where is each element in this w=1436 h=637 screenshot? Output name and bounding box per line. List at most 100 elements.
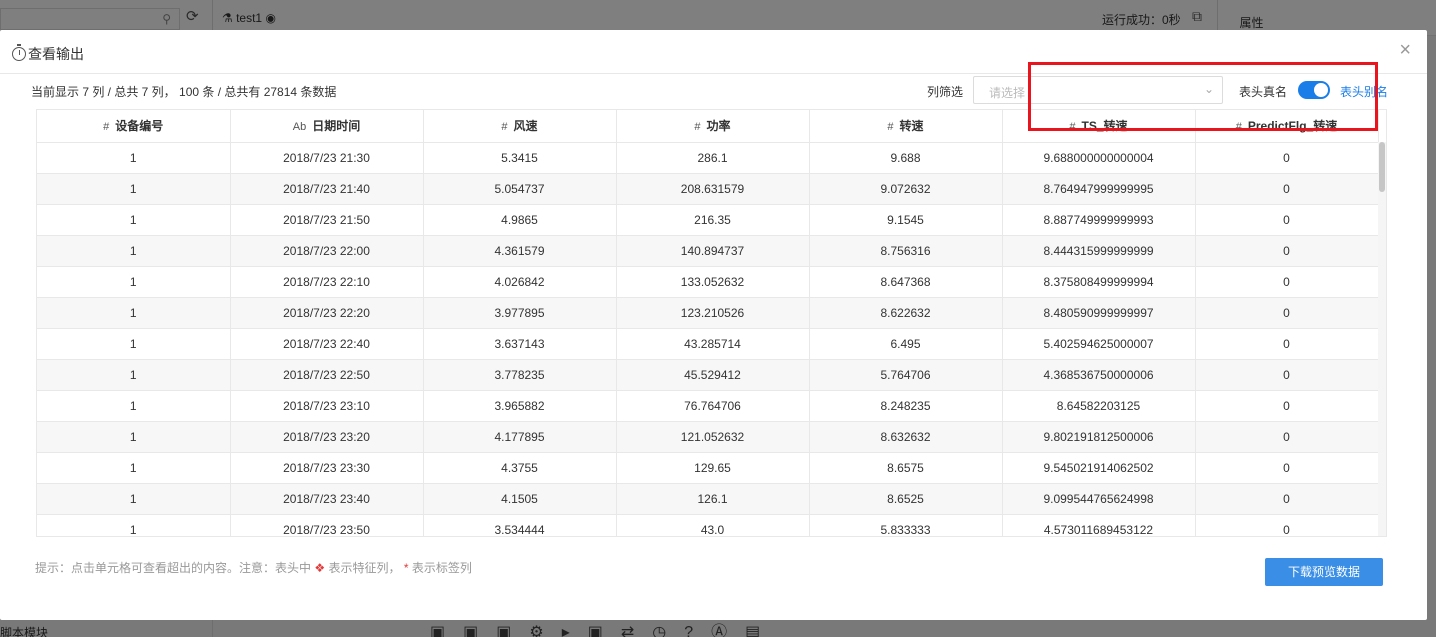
table-cell[interactable]: 1 xyxy=(37,483,231,515)
column-header[interactable]: Ab 日期时间 xyxy=(230,110,424,143)
table-cell[interactable]: 76.764706 xyxy=(616,390,810,422)
table-cell[interactable]: 3.637143 xyxy=(423,328,617,360)
table-cell[interactable]: 0 xyxy=(1195,328,1379,360)
table-cell[interactable]: 0 xyxy=(1195,173,1379,205)
column-header[interactable]: # 风速 xyxy=(423,110,617,143)
table-cell[interactable]: 208.631579 xyxy=(616,173,810,205)
table-cell[interactable]: 0 xyxy=(1195,204,1379,236)
table-cell[interactable]: 8.444315999999999 xyxy=(1002,235,1196,267)
download-preview-button[interactable]: 下载预览数据 xyxy=(1265,558,1383,586)
table-cell[interactable]: 4.573011689453122 xyxy=(1002,514,1196,536)
table-cell[interactable]: 2018/7/23 23:40 xyxy=(230,483,424,515)
table-cell[interactable]: 9.802191812500006 xyxy=(1002,421,1196,453)
table-cell[interactable]: 1 xyxy=(37,421,231,453)
table-cell[interactable]: 286.1 xyxy=(616,142,810,174)
table-cell[interactable]: 0 xyxy=(1195,142,1379,174)
header-name-toggle[interactable] xyxy=(1298,81,1330,99)
table-cell[interactable]: 8.64582203125 xyxy=(1002,390,1196,422)
table-cell[interactable]: 9.072632 xyxy=(809,173,1003,205)
column-header[interactable]: # 转速 xyxy=(809,110,1003,143)
table-cell[interactable]: 129.65 xyxy=(616,452,810,484)
table-cell[interactable]: 5.833333 xyxy=(809,514,1003,536)
table-cell[interactable]: 1 xyxy=(37,452,231,484)
table-cell[interactable]: 8.622632 xyxy=(809,297,1003,329)
table-cell[interactable]: 4.177895 xyxy=(423,421,617,453)
table-cell[interactable]: 2018/7/23 21:50 xyxy=(230,204,424,236)
table-cell[interactable]: 0 xyxy=(1195,390,1379,422)
table-cell[interactable]: 1 xyxy=(37,297,231,329)
table-cell[interactable]: 2018/7/23 21:40 xyxy=(230,173,424,205)
table-cell[interactable]: 1 xyxy=(37,328,231,360)
table-cell[interactable]: 9.688000000000004 xyxy=(1002,142,1196,174)
table-cell[interactable]: 0 xyxy=(1195,483,1379,515)
table-cell[interactable]: 8.375808499999994 xyxy=(1002,266,1196,298)
table-cell[interactable]: 6.495 xyxy=(809,328,1003,360)
close-button[interactable]: × xyxy=(1399,40,1411,60)
table-cell[interactable]: 2018/7/23 22:10 xyxy=(230,266,424,298)
table-cell[interactable]: 1 xyxy=(37,390,231,422)
table-cell[interactable]: 2018/7/23 23:10 xyxy=(230,390,424,422)
table-cell[interactable]: 5.402594625000007 xyxy=(1002,328,1196,360)
table-cell[interactable]: 1 xyxy=(37,266,231,298)
table-cell[interactable]: 1 xyxy=(37,514,231,536)
table-cell[interactable]: 123.210526 xyxy=(616,297,810,329)
table-cell[interactable]: 4.361579 xyxy=(423,235,617,267)
table-cell[interactable]: 4.3755 xyxy=(423,452,617,484)
table-cell[interactable]: 45.529412 xyxy=(616,359,810,391)
column-filter-select[interactable]: 请选择 ⌄ xyxy=(973,76,1223,104)
table-cell[interactable]: 9.099544765624998 xyxy=(1002,483,1196,515)
table-cell[interactable]: 9.1545 xyxy=(809,204,1003,236)
table-cell[interactable]: 8.6525 xyxy=(809,483,1003,515)
table-cell[interactable]: 0 xyxy=(1195,421,1379,453)
table-cell[interactable]: 2018/7/23 22:40 xyxy=(230,328,424,360)
table-cell[interactable]: 8.480590999999997 xyxy=(1002,297,1196,329)
table-cell[interactable]: 2018/7/23 23:20 xyxy=(230,421,424,453)
table-cell[interactable]: 2018/7/23 22:00 xyxy=(230,235,424,267)
table-cell[interactable]: 4.026842 xyxy=(423,266,617,298)
table-cell[interactable]: 5.764706 xyxy=(809,359,1003,391)
table-cell[interactable]: 8.6575 xyxy=(809,452,1003,484)
table-cell[interactable]: 3.977895 xyxy=(423,297,617,329)
column-header[interactable]: # 功率 xyxy=(616,110,810,143)
table-cell[interactable]: 1 xyxy=(37,235,231,267)
table-cell[interactable]: 8.248235 xyxy=(809,390,1003,422)
table-cell[interactable]: 4.368536750000006 xyxy=(1002,359,1196,391)
table-cell[interactable]: 0 xyxy=(1195,514,1379,536)
table-cell[interactable]: 8.756316 xyxy=(809,235,1003,267)
table-cell[interactable]: 2018/7/23 23:50 xyxy=(230,514,424,536)
table-cell[interactable]: 2018/7/23 22:50 xyxy=(230,359,424,391)
table-cell[interactable]: 1 xyxy=(37,142,231,174)
table-cell[interactable]: 3.965882 xyxy=(423,390,617,422)
table-cell[interactable]: 43.285714 xyxy=(616,328,810,360)
table-cell[interactable]: 0 xyxy=(1195,266,1379,298)
table-cell[interactable]: 5.054737 xyxy=(423,173,617,205)
table-cell[interactable]: 8.887749999999993 xyxy=(1002,204,1196,236)
data-table-container[interactable]: # 设备编号 Ab 日期时间 # 风速 # 功率 # 转速 # TS_转速 # PredictFlg_转速… xyxy=(36,109,1387,537)
column-header[interactable]: # 设备编号 xyxy=(37,110,231,143)
table-cell[interactable]: 1 xyxy=(37,359,231,391)
table-cell[interactable]: 4.1505 xyxy=(423,483,617,515)
table-cell[interactable]: 2018/7/23 22:20 xyxy=(230,297,424,329)
column-header[interactable]: # TS_转速 xyxy=(1002,110,1196,143)
table-cell[interactable]: 2018/7/23 23:30 xyxy=(230,452,424,484)
table-cell[interactable]: 1 xyxy=(37,173,231,205)
table-cell[interactable]: 3.778235 xyxy=(423,359,617,391)
table-cell[interactable]: 5.3415 xyxy=(423,142,617,174)
table-cell[interactable]: 121.052632 xyxy=(616,421,810,453)
table-cell[interactable]: 140.894737 xyxy=(616,235,810,267)
table-cell[interactable]: 126.1 xyxy=(616,483,810,515)
table-scrollbar[interactable] xyxy=(1378,142,1386,536)
table-cell[interactable]: 133.052632 xyxy=(616,266,810,298)
table-cell[interactable]: 0 xyxy=(1195,297,1379,329)
column-header[interactable]: # PredictFlg_转速 xyxy=(1195,110,1379,143)
table-cell[interactable]: 43.0 xyxy=(616,514,810,536)
table-cell[interactable]: 8.647368 xyxy=(809,266,1003,298)
table-cell[interactable]: 9.688 xyxy=(809,142,1003,174)
table-cell[interactable]: 0 xyxy=(1195,359,1379,391)
table-cell[interactable]: 0 xyxy=(1195,452,1379,484)
table-cell[interactable]: 216.35 xyxy=(616,204,810,236)
table-cell[interactable]: 0 xyxy=(1195,235,1379,267)
table-cell[interactable]: 2018/7/23 21:30 xyxy=(230,142,424,174)
table-cell[interactable]: 9.545021914062502 xyxy=(1002,452,1196,484)
table-cell[interactable]: 1 xyxy=(37,204,231,236)
